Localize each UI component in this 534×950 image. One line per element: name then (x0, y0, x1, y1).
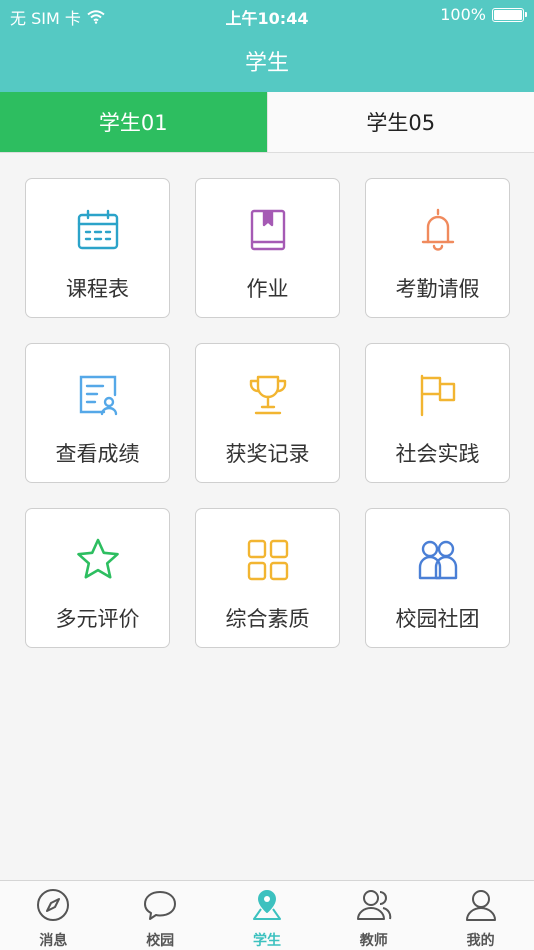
feature-schedule[interactable]: 课程表 (25, 178, 170, 318)
feature-campus-clubs[interactable]: 校园社团 (365, 508, 510, 648)
feature-comprehensive-quality[interactable]: 综合素质 (195, 508, 340, 648)
tabbar-item-campus[interactable]: 校园 (107, 881, 214, 950)
calendar-icon (75, 207, 121, 253)
people-icon (356, 887, 392, 922)
trophy-icon (245, 372, 291, 418)
feature-label: 作业 (246, 277, 289, 301)
tabbar-item-mine[interactable]: 我的 (427, 881, 534, 950)
feature-social-practice[interactable]: 社会实践 (365, 343, 510, 483)
flag-icon (415, 372, 461, 418)
tabbar-label: 消息 (39, 933, 68, 949)
bottom-tab-bar: 消息 校园 学生 教师 我的 (0, 880, 534, 950)
feature-homework[interactable]: 作业 (195, 178, 340, 318)
student-tabs: 学生01 学生05 (0, 92, 534, 153)
status-right: 100% (440, 5, 527, 24)
nav-bar: 学生 (0, 30, 534, 92)
feature-label: 社会实践 (395, 442, 480, 466)
tabbar-item-students[interactable]: 学生 (214, 881, 321, 950)
feature-multi-evaluation[interactable]: 多元评价 (25, 508, 170, 648)
feature-label: 查看成绩 (55, 442, 140, 466)
tabbar-item-teachers[interactable]: 教师 (320, 881, 427, 950)
compass-icon (35, 887, 71, 922)
location-pin-icon (249, 887, 285, 922)
feature-label: 考勤请假 (395, 277, 480, 301)
feature-awards[interactable]: 获奖记录 (195, 343, 340, 483)
battery-percent: 100% (440, 5, 486, 24)
feature-label: 获奖记录 (225, 442, 310, 466)
tabbar-item-messages[interactable]: 消息 (0, 881, 107, 950)
tabbar-label: 校园 (146, 933, 175, 949)
group-icon (415, 537, 461, 583)
page-title: 学生 (244, 51, 289, 76)
battery-icon (492, 7, 527, 22)
tabbar-label: 我的 (466, 933, 495, 949)
tab-label: 学生01 (98, 111, 168, 135)
feature-label: 校园社团 (395, 607, 480, 631)
feature-grid: 课程表 作业 考勤请假 查看成绩 获奖记录 社会实践 多元评价 综合素质 校园社… (25, 178, 510, 648)
tab-student-05[interactable]: 学生05 (266, 92, 534, 152)
tab-student-01[interactable]: 学生01 (0, 92, 267, 152)
report-card-icon (75, 372, 121, 418)
tab-label: 学生05 (366, 111, 436, 135)
feature-view-grades[interactable]: 查看成绩 (25, 343, 170, 483)
tabbar-label: 教师 (359, 933, 388, 949)
star-icon (75, 537, 121, 583)
tabbar-label: 学生 (252, 933, 281, 949)
feature-label: 课程表 (66, 277, 129, 301)
feature-attendance-leave[interactable]: 考勤请假 (365, 178, 510, 318)
feature-label: 综合素质 (225, 607, 310, 631)
feature-label: 多元评价 (55, 607, 140, 631)
book-icon (245, 207, 291, 253)
grid-icon (245, 537, 291, 583)
status-bar: 无 SIM 卡 上午10:44 100% (0, 0, 534, 30)
bell-icon (415, 207, 461, 253)
chat-bubble-icon (142, 887, 178, 922)
person-icon (463, 887, 499, 922)
